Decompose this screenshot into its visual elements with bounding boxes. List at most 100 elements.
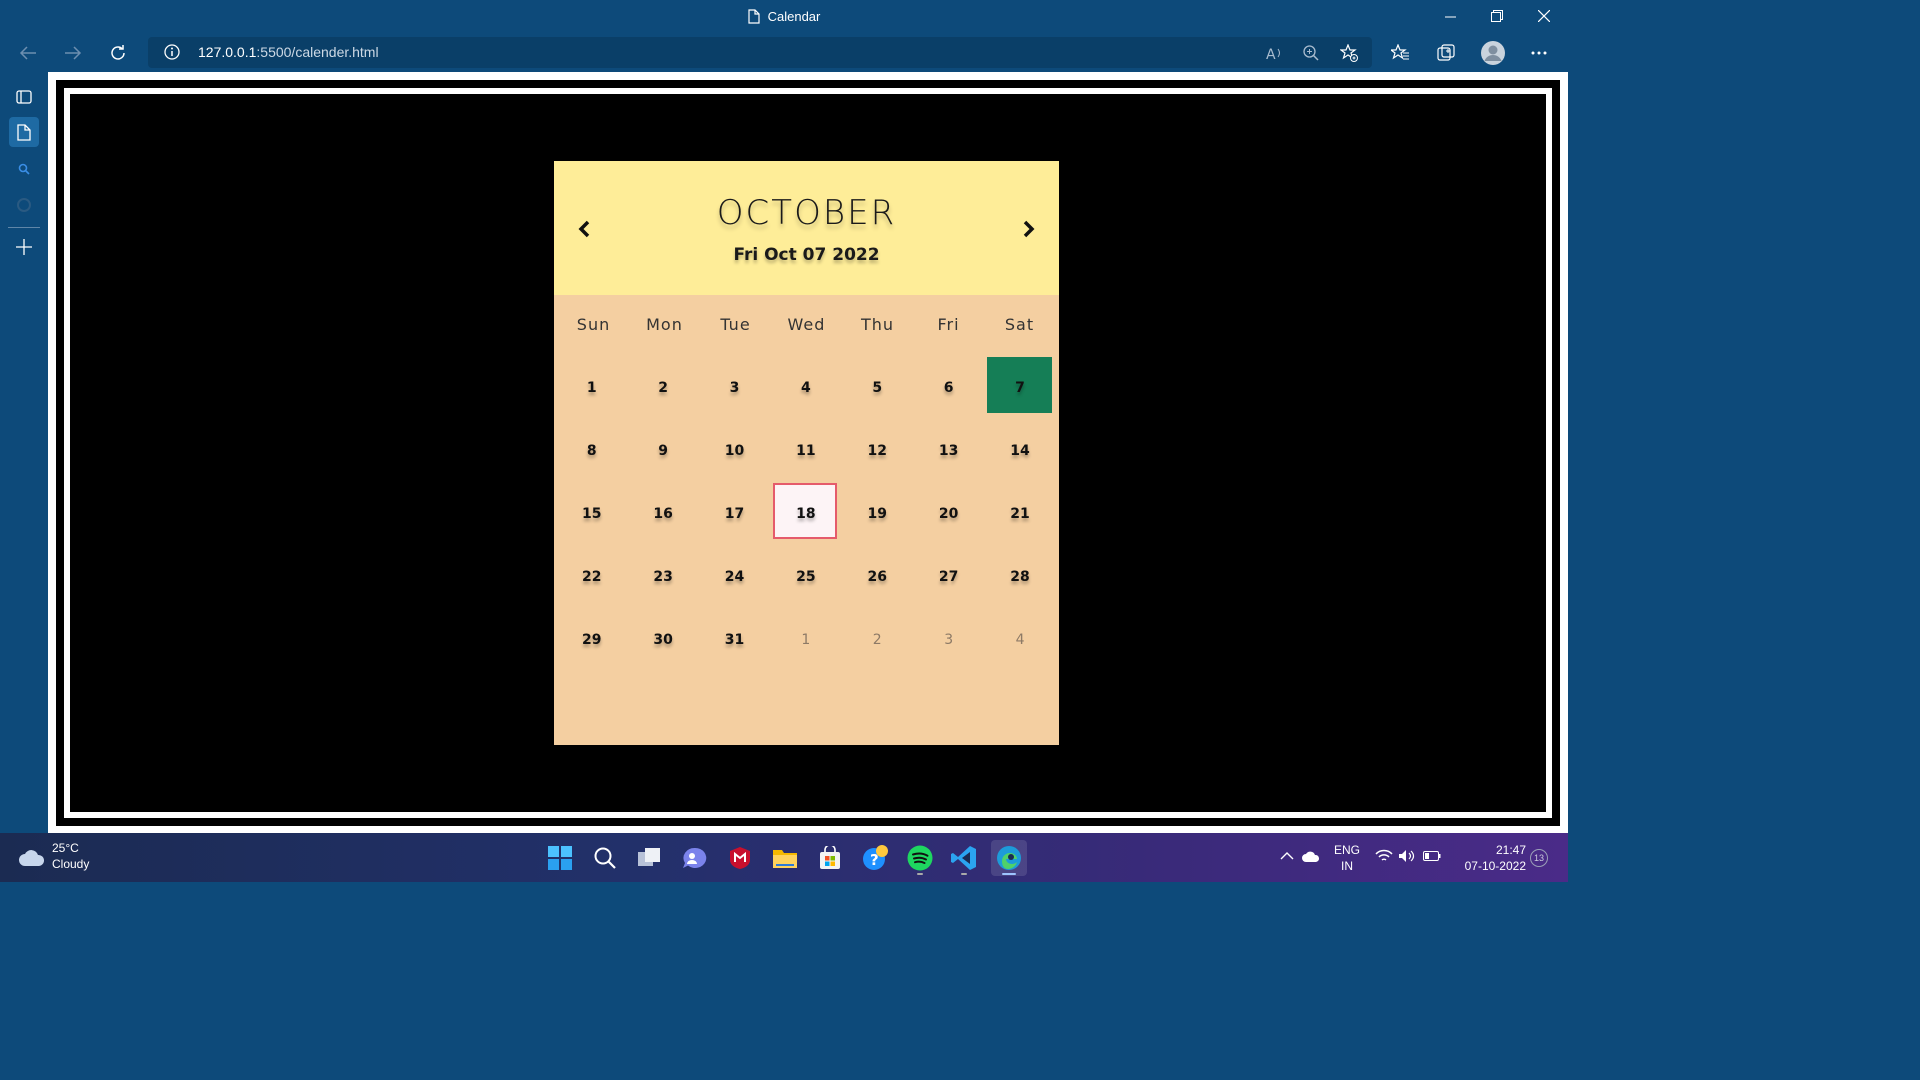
- microsoft-store-button[interactable]: [812, 840, 848, 876]
- favorites-button[interactable]: [1385, 38, 1415, 68]
- calendar-day[interactable]: 11: [770, 419, 841, 482]
- calendar-day[interactable]: 17: [699, 482, 770, 545]
- calendar-day[interactable]: 29: [556, 608, 627, 671]
- calendar-day[interactable]: 12: [842, 419, 913, 482]
- start-button[interactable]: [542, 840, 578, 876]
- restore-button[interactable]: [1485, 6, 1509, 26]
- next-month-button[interactable]: [1017, 217, 1041, 241]
- calendar-day-next-month[interactable]: 3: [913, 608, 984, 671]
- browser-sidebar: [0, 72, 48, 833]
- calendar-day-today[interactable]: 7: [984, 356, 1055, 419]
- teams-chat-button[interactable]: [677, 840, 713, 876]
- start-icon: [548, 846, 572, 870]
- calendar-day[interactable]: 14: [984, 419, 1055, 482]
- calendar-header: OCTOBER Fri Oct 07 2022: [554, 161, 1059, 295]
- sidebar-tab-calendar[interactable]: [9, 117, 39, 147]
- days-grid: 1 2 3 4 5 6 7 8 9 10 11 12 13 14 15 16 17 18 19 20 21 22 23 24 2…: [556, 356, 1056, 671]
- calendar-day[interactable]: 30: [627, 608, 698, 671]
- more-dots-icon: [1531, 51, 1547, 55]
- refresh-button[interactable]: [103, 38, 133, 68]
- calendar-day[interactable]: 8: [556, 419, 627, 482]
- day-number: 26: [867, 568, 887, 585]
- input-language-indicator[interactable]: ENG IN: [1332, 842, 1362, 874]
- web-page-content: OCTOBER Fri Oct 07 2022 Sun Mon Tue Wed …: [48, 72, 1568, 833]
- calendar-day[interactable]: 10: [699, 419, 770, 482]
- spotify-button[interactable]: [902, 840, 938, 876]
- day-number: 31: [724, 631, 745, 648]
- calendar-day[interactable]: 27: [913, 545, 984, 608]
- calendar-day[interactable]: 6: [913, 356, 984, 419]
- tab-actions-button[interactable]: [9, 82, 39, 112]
- profile-button[interactable]: [1478, 38, 1508, 68]
- collections-button[interactable]: [1431, 38, 1461, 68]
- minimize-button[interactable]: [1438, 6, 1462, 26]
- calendar-day[interactable]: 25: [770, 545, 841, 608]
- calendar-day[interactable]: 5: [842, 356, 913, 419]
- wifi-button[interactable]: [1373, 845, 1395, 867]
- url-host: 127.0.0.1: [198, 44, 257, 60]
- calendar-day[interactable]: 26: [842, 545, 913, 608]
- calendar-day[interactable]: 4: [770, 356, 841, 419]
- calendar-day-next-month[interactable]: 4: [984, 608, 1055, 671]
- day-number: 14: [1010, 442, 1030, 459]
- system-clock[interactable]: 21:47 07-10-2022: [1450, 842, 1526, 874]
- notification-badge[interactable]: 13: [1530, 849, 1548, 867]
- get-help-button[interactable]: ?: [857, 840, 893, 876]
- calendar-day[interactable]: 1: [556, 356, 627, 419]
- back-button[interactable]: [13, 38, 43, 68]
- calendar-day[interactable]: 9: [627, 419, 698, 482]
- tab-actions-icon: [16, 90, 32, 104]
- edge-icon: [997, 846, 1021, 870]
- new-tab-button[interactable]: [9, 232, 39, 262]
- vscode-button[interactable]: [946, 840, 982, 876]
- day-number: 22: [581, 568, 602, 585]
- calendar-day[interactable]: 24: [699, 545, 770, 608]
- file-explorer-button[interactable]: [767, 840, 803, 876]
- edge-button[interactable]: [991, 840, 1027, 876]
- calendar-day[interactable]: 19: [842, 482, 913, 545]
- site-info-icon[interactable]: [164, 44, 180, 65]
- onedrive-button[interactable]: [1300, 845, 1322, 867]
- url-text[interactable]: 127.0.0.1:5500/calender.html: [198, 44, 379, 60]
- calendar-day[interactable]: 3: [699, 356, 770, 419]
- read-aloud-button[interactable]: A: [1263, 41, 1287, 65]
- calendar-day[interactable]: 15: [556, 482, 627, 545]
- zoom-button[interactable]: [1299, 41, 1323, 65]
- day-number: 18: [796, 505, 816, 522]
- svg-text:A: A: [1266, 47, 1276, 61]
- calendar-day[interactable]: 22: [556, 545, 627, 608]
- page-document-icon: [748, 9, 760, 24]
- url-path: :5500/calender.html: [256, 44, 379, 60]
- volume-button[interactable]: [1396, 845, 1418, 867]
- day-number: 27: [938, 568, 959, 585]
- calendar-day-selected[interactable]: 18: [770, 482, 841, 545]
- calendar-day[interactable]: 28: [984, 545, 1055, 608]
- vscode-icon: [951, 846, 976, 870]
- settings-more-button[interactable]: [1524, 38, 1554, 68]
- close-button[interactable]: [1532, 6, 1556, 26]
- weekday-label: Sun: [576, 315, 611, 334]
- task-view-button[interactable]: [632, 840, 668, 876]
- calendar-day[interactable]: 31: [699, 608, 770, 671]
- sidebar-search-button[interactable]: [9, 154, 39, 184]
- calendar-day-next-month[interactable]: 1: [770, 608, 841, 671]
- calendar-day[interactable]: 23: [627, 545, 698, 608]
- search-icon: [18, 163, 30, 175]
- sidebar-loading-button[interactable]: [9, 190, 39, 220]
- show-hidden-icons-button[interactable]: [1276, 845, 1298, 867]
- windows-taskbar: 25°C Cloudy ? ENG IN 21:47 07-10-2022 13: [0, 833, 1568, 882]
- mcafee-button[interactable]: [722, 840, 758, 876]
- battery-button[interactable]: [1421, 845, 1443, 867]
- calendar-day[interactable]: 2: [627, 356, 698, 419]
- calendar-day[interactable]: 20: [913, 482, 984, 545]
- calendar-day[interactable]: 16: [627, 482, 698, 545]
- calendar-day-next-month[interactable]: 2: [842, 608, 913, 671]
- add-favorite-button[interactable]: [1337, 41, 1361, 65]
- address-bar[interactable]: 127.0.0.1:5500/calender.html A: [148, 37, 1372, 68]
- calendar-day[interactable]: 21: [984, 482, 1055, 545]
- wifi-icon: [1375, 849, 1393, 861]
- forward-button[interactable]: [58, 38, 88, 68]
- taskbar-search-button[interactable]: [587, 840, 623, 876]
- day-number: 3: [944, 631, 954, 648]
- calendar-day[interactable]: 13: [913, 419, 984, 482]
